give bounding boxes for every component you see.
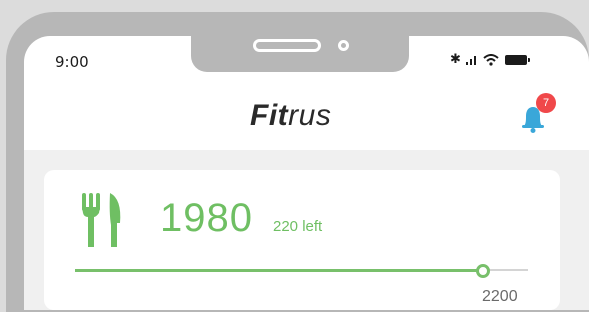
camera-icon [338, 40, 349, 51]
calorie-value: 1980 [160, 196, 253, 240]
fork-knife-icon [82, 193, 121, 247]
status-time: 9:00 [55, 53, 89, 71]
calorie-progress [75, 264, 528, 278]
signal-icon [465, 55, 476, 65]
notification-badge: 7 [536, 93, 556, 113]
brand-rus: rus [288, 99, 332, 132]
calories-left: 220 left [273, 218, 323, 235]
calorie-goal: 2200 [482, 288, 518, 305]
progress-fill [75, 268, 483, 272]
app-logo: Fitrus [250, 99, 331, 133]
wifi-icon [483, 53, 499, 66]
bluetooth-icon: ✱ [450, 52, 461, 67]
battery-icon [504, 54, 530, 65]
status-icons: ✱ [450, 52, 530, 67]
speaker-icon [253, 39, 321, 52]
brand-fit: Fit [250, 99, 289, 132]
progress-knob [475, 264, 490, 278]
